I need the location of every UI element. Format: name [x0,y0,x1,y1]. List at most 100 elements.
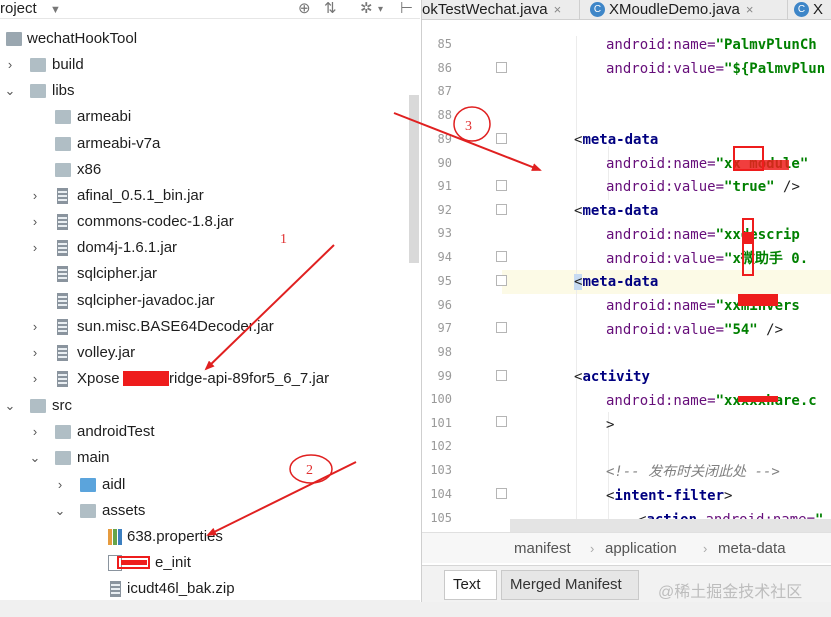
tree-item-armeabi[interactable]: armeabi [0,104,420,130]
collapse-all-icon[interactable]: ⇅ [324,0,337,18]
fold-marker-icon[interactable] [496,251,507,262]
gear-icon[interactable]: ✲ [360,0,373,18]
tree-item-androidtest[interactable]: › androidTest [0,419,420,445]
breadcrumb-item[interactable]: meta-data [718,533,786,564]
chevron-down-icon[interactable]: ⌄ [3,393,17,419]
dropdown-icon[interactable]: ▼ [50,1,61,19]
project-icon [6,32,22,46]
line-number: 91 [437,179,452,193]
breadcrumb-item[interactable]: application [605,533,677,564]
xml-tag: meta-data [582,203,659,219]
fold-marker-icon[interactable] [496,322,507,333]
fold-marker-icon[interactable] [496,370,507,381]
code-line-97[interactable]: android:value="54" /> [606,321,783,339]
breadcrumb-item[interactable]: manifest [514,533,571,564]
tree-item-main[interactable]: ⌄ main [0,445,420,471]
fold-marker-icon[interactable] [496,180,507,191]
tree-item-commons-codec-jar[interactable]: › commons-codec-1.8.jar [0,209,420,235]
tree-item-sqlcipher-jar[interactable]: sqlcipher.jar [0,261,420,287]
folder-icon [30,84,46,98]
chevron-down-icon[interactable]: ⌄ [28,445,42,471]
tree-item-base64decoder-jar[interactable]: › sun.misc.BASE64Decoder.jar [0,314,420,340]
tab-x-truncated[interactable]: CX [794,0,831,20]
tree-item-src[interactable]: ⌄ src [0,393,420,419]
tree-item-x86[interactable]: x86 [0,157,420,183]
code-line-85[interactable]: android:name="PalmvPlunCh [606,36,817,54]
chevron-right-icon[interactable]: › [3,52,17,78]
tree-item-label: build [52,56,84,73]
code-line-100[interactable]: android:name="xxxxxhare.c [606,392,817,410]
tab-label: Text [453,576,481,593]
tree-item-label: volley.jar [77,344,136,361]
properties-icon [108,529,122,545]
tree-item-label: libs [52,82,75,99]
chevron-down-icon[interactable]: ⌄ [3,78,17,104]
tree-item-armeabi-v7a[interactable]: armeabi-v7a [0,131,420,157]
tree-item-afinal-jar[interactable]: › afinal_0.5.1_bin.jar [0,183,420,209]
code-line-101[interactable]: > [606,416,614,434]
code-line-89[interactable]: <meta-data [574,131,658,149]
code-line-95[interactable]: <meta-data [574,273,658,291]
chevron-right-icon[interactable]: › [28,340,42,366]
tree-item-label: icudt46l_bak.zip [127,580,235,597]
chevron-right-icon[interactable]: › [28,209,42,235]
editor-horizontal-scrollbar[interactable] [510,519,831,532]
code-line-94[interactable]: android:value="x微助手 0. [606,250,808,268]
chevron-right-icon[interactable]: › [28,419,42,445]
chevron-right-icon[interactable]: › [53,472,67,498]
tab-hooktest-wechat[interactable]: okTestWechat.java × [422,0,580,20]
tree-item-sqlcipher-javadoc-jar[interactable]: sqlcipher-javadoc.jar [0,288,420,314]
folder-icon [30,58,46,72]
hide-panel-icon[interactable]: ⊢ [400,0,413,18]
tree-item-build[interactable]: › build [0,52,420,78]
chevron-right-icon[interactable]: › [28,366,42,392]
tree-item-volley-jar[interactable]: › volley.jar [0,340,420,366]
tree-item-xposed-bridge-jar[interactable]: › Xpose ridge-api-89for5_6_7.jar [0,366,420,392]
project-panel-title[interactable]: roject [0,0,37,18]
code-line-104[interactable]: <intent-filter> [606,487,732,505]
chevron-right-icon[interactable]: › [28,235,42,261]
tab-text[interactable]: Text [444,570,497,600]
tree-item-libs[interactable]: ⌄ libs [0,78,420,104]
tree-item-project[interactable]: wechatHookTool [0,26,420,52]
code-line-86[interactable]: android:value="${PalmvPlun [606,60,825,78]
project-vertical-scrollbar[interactable] [409,95,419,263]
redaction-box [742,218,754,276]
fold-marker-icon[interactable] [496,416,507,427]
code-line-92[interactable]: <meta-data [574,202,658,220]
chevron-right-icon[interactable]: › [28,314,42,340]
gear-dropdown-icon[interactable]: ▾ [378,1,383,19]
code-line-99[interactable]: <activity [574,368,650,386]
tree-item-aidl[interactable]: › aidl [0,472,420,498]
tree-item-label: main [77,449,110,466]
fold-marker-icon[interactable] [496,133,507,144]
target-icon[interactable]: ⊕ [298,0,311,18]
code-line-103[interactable]: <!-- 发布时关闭此处 --> [606,463,780,481]
tree-item-638-properties[interactable]: 638.properties [0,524,420,550]
close-icon[interactable]: × [746,2,754,17]
chevron-right-icon[interactable]: › [28,183,42,209]
tree-item-assets[interactable]: ⌄ assets [0,498,420,524]
code-line-93[interactable]: android:name="xxdescrip [606,226,800,244]
line-number: 100 [430,392,452,406]
jar-icon [57,345,68,361]
tab-xmoudle-demo[interactable]: C XMoudleDemo.java × [590,0,788,20]
code-line-91[interactable]: android:value="true" /> [606,178,800,196]
fold-marker-icon[interactable] [496,275,507,286]
fold-marker-icon[interactable] [496,204,507,215]
tree-item-label: armeabi-v7a [77,135,161,152]
jar-icon [57,188,68,204]
tab-merged-manifest[interactable]: Merged Manifest [501,570,639,600]
folder-icon [55,425,71,439]
line-number: 88 [437,108,452,122]
tree-item-e-init[interactable]: e_init [0,550,420,576]
chevron-down-icon[interactable]: ⌄ [53,498,67,524]
tree-item-dom4j-jar[interactable]: › dom4j-1.6.1.jar [0,235,420,261]
close-icon[interactable]: × [554,2,562,17]
folder-icon [55,163,71,177]
tree-item-icudt-zip[interactable]: icudt46l_bak.zip [0,576,420,602]
fold-marker-icon[interactable] [496,62,507,73]
folder-icon [55,137,71,151]
redaction-block [123,371,169,386]
fold-marker-icon[interactable] [496,488,507,499]
